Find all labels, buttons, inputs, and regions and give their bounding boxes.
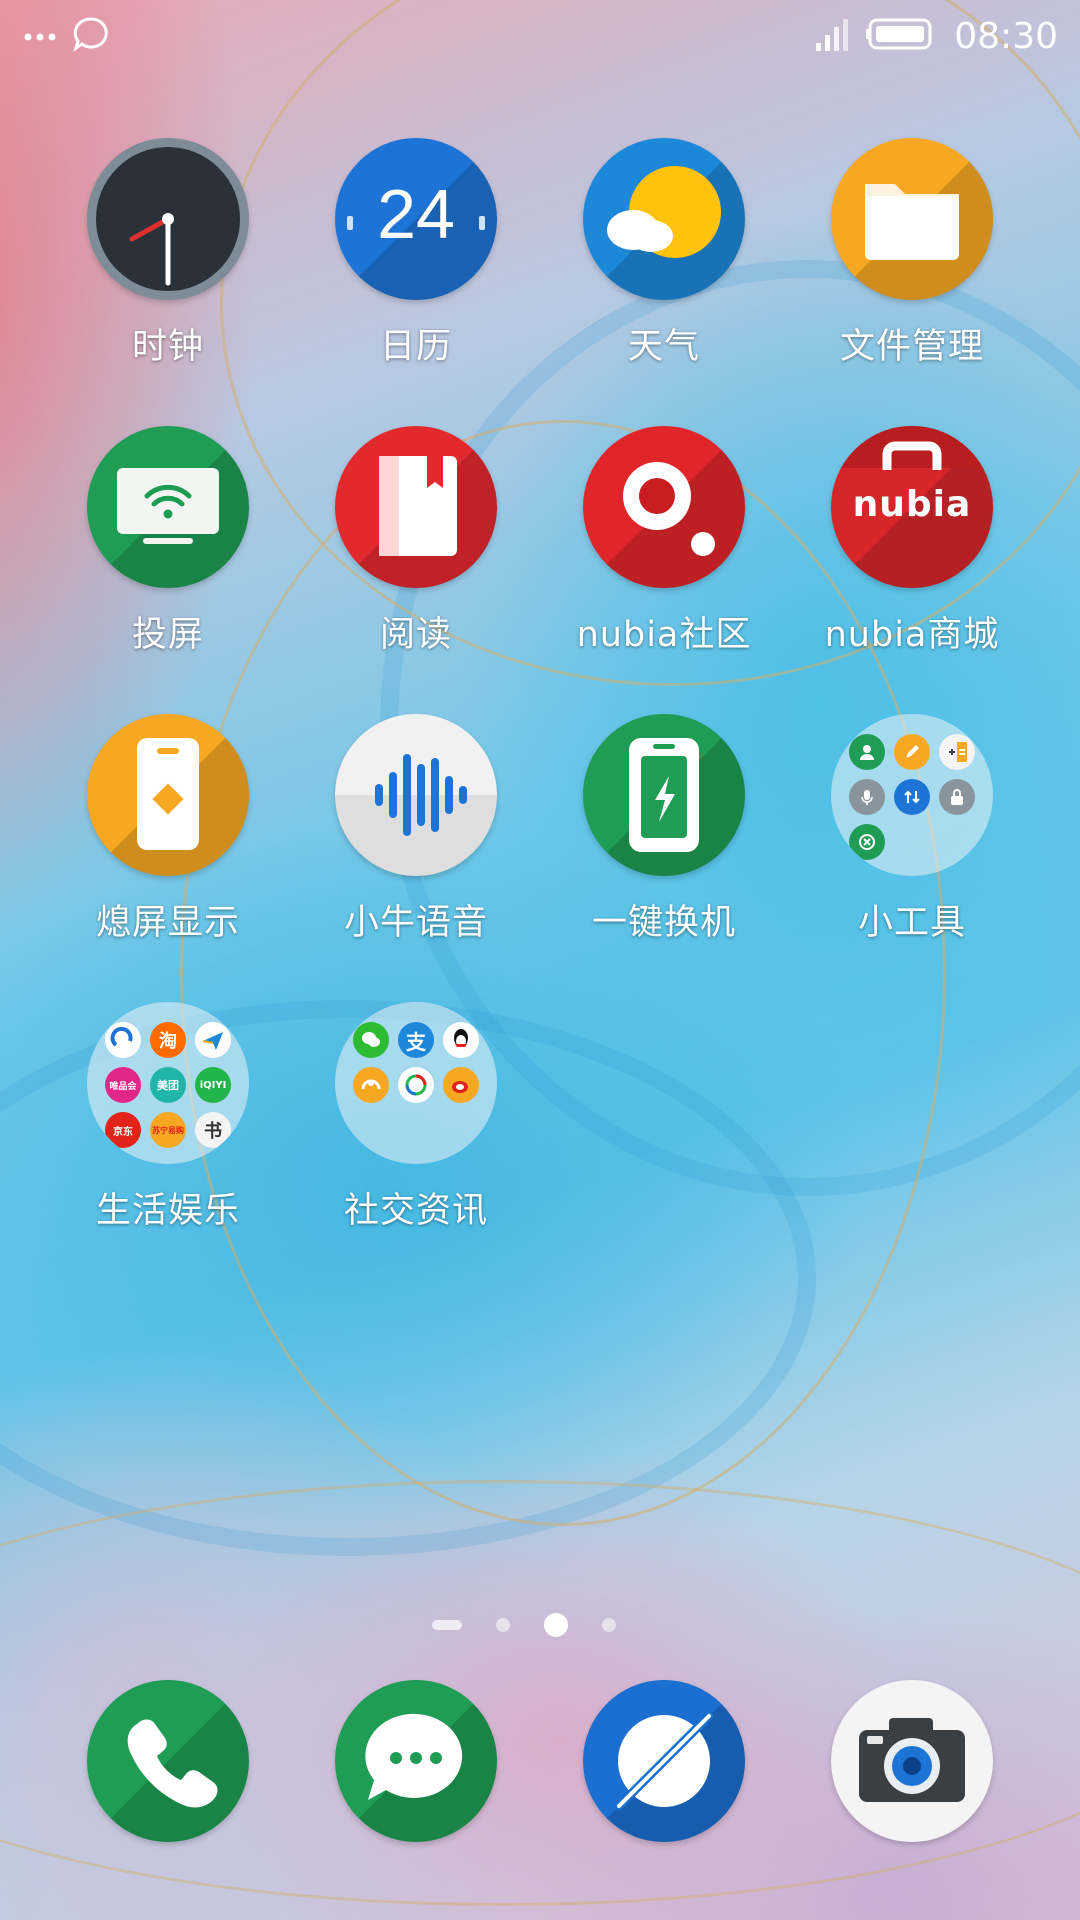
app-voice-assistant[interactable]: 小牛语音 bbox=[292, 714, 540, 945]
app-file-manager[interactable]: 文件管理 bbox=[788, 138, 1036, 369]
phone-icon bbox=[87, 1680, 249, 1842]
qq-mini-icon bbox=[443, 1022, 479, 1058]
flight-mini-icon bbox=[195, 1022, 231, 1058]
weather-icon bbox=[583, 138, 745, 300]
app-phone-switch[interactable]: 一键换机 bbox=[540, 714, 788, 945]
iqiyi-mini-icon: iQIYI bbox=[195, 1067, 231, 1103]
jd-mini-icon: 京东 bbox=[105, 1112, 141, 1148]
folder-life-entertainment[interactable]: 淘 唯品会 美团 iQIYI 京东 苏宁易购 书 生活娱乐 bbox=[44, 1002, 292, 1233]
life-entertainment-folder-icon: 淘 唯品会 美团 iQIYI 京东 苏宁易购 书 bbox=[87, 1002, 249, 1164]
ctrip-mini-icon bbox=[105, 1022, 141, 1058]
app-nubia-store[interactable]: nubia nubia商城 bbox=[788, 426, 1036, 657]
app-calendar[interactable]: 24 日历 bbox=[292, 138, 540, 369]
data-transfer-mini-icon bbox=[894, 779, 930, 815]
calendar-date: 24 bbox=[377, 175, 455, 253]
app-weather[interactable]: 天气 bbox=[540, 138, 788, 369]
dock-browser[interactable] bbox=[540, 1680, 788, 1842]
status-time: 08:30 bbox=[954, 15, 1058, 57]
app-label: nubia社区 bbox=[576, 615, 752, 655]
calendar-icon: 24 bbox=[335, 138, 497, 300]
nubia-store-icon: nubia bbox=[831, 426, 993, 588]
app-label: 日历 bbox=[379, 327, 452, 367]
clock-icon bbox=[87, 138, 249, 300]
calculator-mini-icon bbox=[939, 734, 975, 770]
taobao-mini-icon: 淘 bbox=[150, 1022, 186, 1058]
app-label: 天气 bbox=[627, 327, 700, 367]
news-mini-icon bbox=[398, 1067, 434, 1103]
notes-mini-icon bbox=[894, 734, 930, 770]
book-store-mini-icon: 书 bbox=[195, 1112, 231, 1148]
recorder-mini-icon bbox=[849, 779, 885, 815]
app-reading[interactable]: 阅读 bbox=[292, 426, 540, 657]
app-label: 投屏 bbox=[131, 615, 204, 655]
page-indicator[interactable] bbox=[432, 1612, 616, 1638]
wechat-mini-icon bbox=[353, 1022, 389, 1058]
app-clock[interactable]: 时钟 bbox=[44, 138, 292, 369]
messages-icon bbox=[335, 1680, 497, 1842]
more-dots-icon bbox=[24, 27, 56, 46]
app-label: 文件管理 bbox=[839, 327, 984, 367]
app-screen-cast[interactable]: 投屏 bbox=[44, 426, 292, 657]
dock-messages[interactable] bbox=[292, 1680, 540, 1842]
tools-folder-icon bbox=[831, 714, 993, 876]
status-right: 08:30 bbox=[816, 14, 1058, 58]
camera-icon bbox=[831, 1680, 993, 1842]
alipay-mini-icon: 支 bbox=[398, 1022, 434, 1058]
page-dot[interactable] bbox=[496, 1618, 510, 1632]
message-bubble-icon bbox=[72, 15, 110, 57]
book-icon bbox=[335, 426, 497, 588]
app-label: 阅读 bbox=[379, 615, 452, 655]
folder-icon bbox=[831, 138, 993, 300]
suning-mini-icon: 苏宁易购 bbox=[150, 1112, 186, 1148]
folder-social-news[interactable]: 支 社交资讯 bbox=[292, 1002, 540, 1233]
always-on-display-icon bbox=[87, 714, 249, 876]
page-dot-active[interactable] bbox=[544, 1613, 568, 1637]
uc-browser-mini-icon bbox=[353, 1067, 389, 1103]
lock-mini-icon bbox=[939, 779, 975, 815]
dock-phone[interactable] bbox=[44, 1680, 292, 1842]
nubia-logo-text: nubia bbox=[852, 484, 972, 525]
vip-mini-icon: 唯品会 bbox=[105, 1067, 141, 1103]
contacts-mini-icon bbox=[849, 734, 885, 770]
page-dot-home[interactable] bbox=[432, 1620, 462, 1630]
cleaner-mini-icon bbox=[849, 824, 885, 860]
app-label: 小牛语音 bbox=[343, 903, 488, 943]
app-label: 熄屏显示 bbox=[95, 903, 240, 943]
app-label: 生活娱乐 bbox=[95, 1191, 240, 1231]
app-nubia-community[interactable]: nubia社区 bbox=[540, 426, 788, 657]
meituan-mini-icon: 美团 bbox=[150, 1067, 186, 1103]
app-label: 时钟 bbox=[131, 327, 204, 367]
battery-icon bbox=[866, 17, 936, 55]
app-label: 社交资讯 bbox=[343, 1191, 488, 1231]
weibo-mini-icon bbox=[443, 1067, 479, 1103]
signal-icon bbox=[816, 17, 849, 55]
nubia-community-icon bbox=[583, 426, 745, 588]
home-screen: 08:30 时钟 24 日历 天气 文件管理 投屏 阅读 nubia社区 nub… bbox=[0, 0, 1080, 1920]
status-left bbox=[24, 14, 110, 58]
app-always-on-display[interactable]: 熄屏显示 bbox=[44, 714, 292, 945]
dock-camera[interactable] bbox=[788, 1680, 1036, 1842]
browser-icon bbox=[583, 1680, 745, 1842]
page-dot[interactable] bbox=[602, 1618, 616, 1632]
app-label: 一键换机 bbox=[591, 903, 736, 943]
social-news-folder-icon: 支 bbox=[335, 1002, 497, 1164]
phone-switch-icon bbox=[583, 714, 745, 876]
app-label: 小工具 bbox=[857, 903, 966, 943]
status-bar: 08:30 bbox=[0, 0, 1080, 72]
folder-tools[interactable]: 小工具 bbox=[788, 714, 1036, 945]
voice-wave-icon bbox=[335, 714, 497, 876]
app-label: nubia商城 bbox=[824, 615, 1000, 655]
screen-cast-icon bbox=[87, 426, 249, 588]
